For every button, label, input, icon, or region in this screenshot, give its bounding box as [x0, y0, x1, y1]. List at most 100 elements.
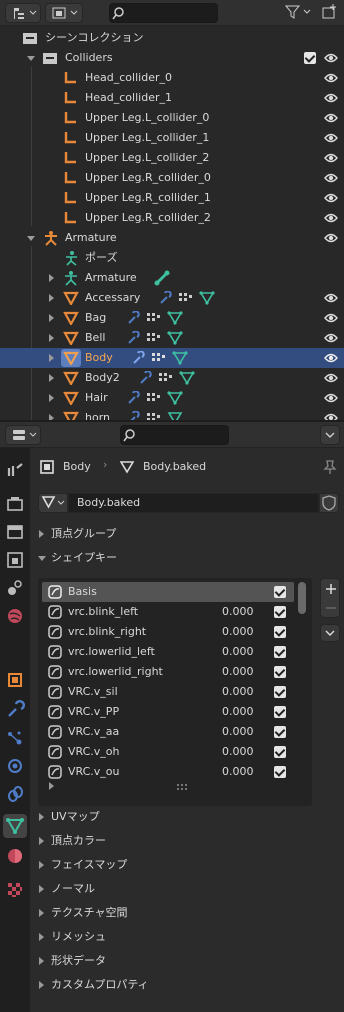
eye-icon[interactable] [324, 232, 338, 244]
shape-key-row[interactable]: VRC.v_ou 0.000 [42, 762, 294, 782]
shape-key-row[interactable]: vrc.blink_right 0.000 [42, 622, 294, 642]
shape-key-mute-checkbox[interactable] [274, 646, 286, 658]
tree-row-mesh-selected[interactable]: Body [0, 348, 344, 368]
shape-key-mute-checkbox[interactable] [274, 706, 286, 718]
tab-render[interactable] [3, 492, 27, 516]
panel-vertex-groups[interactable]: 頂点グループ [30, 522, 344, 546]
tab-world[interactable] [3, 604, 27, 628]
shape-key-row[interactable]: VRC.v_PP 0.000 [42, 702, 294, 722]
expand-arrow-icon[interactable] [49, 374, 54, 382]
tree-row-bone[interactable]: Upper Leg.R_collider_0 [0, 168, 344, 188]
filter-options-arrow-icon[interactable] [49, 782, 54, 790]
expand-arrow-icon[interactable] [49, 394, 54, 402]
eye-icon[interactable] [324, 92, 338, 104]
shape-key-row[interactable]: VRC.v_aa 0.000 [42, 722, 294, 742]
tree-row-bone[interactable]: Upper Leg.L_collider_2 [0, 148, 344, 168]
shape-key-mute-checkbox[interactable] [274, 606, 286, 618]
panel-normals[interactable]: ノーマル [30, 877, 344, 901]
tab-output[interactable] [3, 520, 27, 544]
shape-key-mute-checkbox[interactable] [274, 666, 286, 678]
list-resize-grip-icon[interactable] [177, 784, 189, 790]
shape-key-mute-checkbox[interactable] [274, 766, 286, 778]
expand-arrow-icon[interactable] [49, 414, 54, 420]
expand-arrow-icon[interactable] [49, 334, 54, 342]
panel-remesh[interactable]: リメッシュ [30, 925, 344, 949]
tree-row-mesh[interactable]: Hair [0, 388, 344, 408]
tree-row-mesh[interactable]: Accessary [0, 288, 344, 308]
tree-row-mesh[interactable]: Bag [0, 308, 344, 328]
outliner-search-input[interactable] [109, 3, 218, 23]
tab-particles[interactable] [3, 726, 27, 750]
eye-icon[interactable] [324, 212, 338, 224]
tree-row-bone[interactable]: Head_collider_1 [0, 88, 344, 108]
tab-modifiers[interactable] [3, 698, 27, 722]
eye-icon[interactable] [324, 192, 338, 204]
shape-key-value[interactable]: 0.000 [222, 602, 254, 622]
tree-row-scene-collection[interactable]: シーンコレクション [0, 28, 344, 48]
shape-key-mute-checkbox[interactable] [274, 626, 286, 638]
shape-key-row[interactable]: vrc.blink_left 0.000 [42, 602, 294, 622]
collapse-arrow-icon[interactable] [27, 56, 35, 61]
shape-key-value[interactable]: 0.000 [222, 722, 254, 742]
options-dropdown[interactable] [320, 425, 340, 445]
tree-row-bone[interactable]: Upper Leg.L_collider_1 [0, 128, 344, 148]
editor-type-button[interactable] [5, 425, 41, 445]
eye-icon[interactable] [324, 312, 338, 324]
shape-key-value[interactable]: 0.000 [222, 742, 254, 762]
eye-icon[interactable] [324, 172, 338, 184]
shape-key-value[interactable]: 0.000 [222, 642, 254, 662]
eye-icon[interactable] [324, 52, 338, 64]
shape-key-mute-checkbox[interactable] [274, 726, 286, 738]
new-collection-button[interactable] [321, 3, 339, 23]
pin-icon[interactable] [321, 459, 337, 475]
eye-icon[interactable] [324, 132, 338, 144]
panel-face-maps[interactable]: フェイスマップ [30, 853, 344, 877]
expand-arrow-icon[interactable] [49, 294, 54, 302]
eye-icon[interactable] [324, 412, 338, 420]
shape-key-mute-checkbox[interactable] [274, 586, 286, 598]
panel-geometry-data[interactable]: 形状データ [30, 949, 344, 973]
shape-key-row[interactable]: VRC.v_oh 0.000 [42, 742, 294, 762]
eye-icon[interactable] [324, 392, 338, 404]
shape-key-value[interactable]: 0.000 [222, 702, 254, 722]
tree-row-bone[interactable]: Upper Leg.R_collider_1 [0, 188, 344, 208]
shape-key-row[interactable]: VRC.v_sil 0.000 [42, 682, 294, 702]
tab-object[interactable] [3, 668, 27, 692]
tab-mesh-data[interactable] [3, 814, 27, 838]
eye-icon[interactable] [324, 72, 338, 84]
properties-search-input[interactable] [120, 425, 229, 445]
tab-tool[interactable] [3, 458, 27, 482]
tree-row-bone[interactable]: Upper Leg.R_collider_2 [0, 208, 344, 228]
tab-scene[interactable] [3, 576, 27, 600]
panel-vertex-colors[interactable]: 頂点カラー [30, 829, 344, 853]
expand-arrow-icon[interactable] [49, 354, 54, 362]
tab-view-layer[interactable] [3, 548, 27, 572]
shape-key-row[interactable]: vrc.lowerlid_right 0.000 [42, 662, 294, 682]
filter-button[interactable] [283, 3, 315, 23]
shape-key-value[interactable]: 0.000 [222, 622, 254, 642]
list-scrollbar[interactable] [298, 582, 306, 614]
tree-row-armature[interactable]: Armature [0, 228, 344, 248]
eye-icon[interactable] [324, 112, 338, 124]
tree-row-mesh[interactable]: horn [0, 408, 344, 420]
shape-key-value[interactable]: 0.000 [222, 762, 254, 782]
shape-key-specials-button[interactable] [320, 624, 340, 642]
shape-key-mute-checkbox[interactable] [274, 746, 286, 758]
panel-shape-keys[interactable]: シェイプキー [30, 546, 344, 570]
mesh-browse-button[interactable] [38, 493, 68, 513]
shape-key-mute-checkbox[interactable] [274, 686, 286, 698]
tree-row-pose[interactable]: ポーズ [0, 248, 344, 268]
panel-uv-maps[interactable]: UVマップ [30, 805, 344, 829]
collapse-arrow-icon[interactable] [27, 236, 35, 241]
tree-row-bone[interactable]: Upper Leg.L_collider_0 [0, 108, 344, 128]
tree-row-mesh[interactable]: Body2 [0, 368, 344, 388]
shape-key-row-active[interactable]: Basis [42, 582, 294, 602]
fake-user-button[interactable] [319, 493, 339, 513]
panel-texture-space[interactable]: テクスチャ空間 [30, 901, 344, 925]
exclude-checkbox[interactable] [304, 52, 316, 64]
eye-icon[interactable] [324, 332, 338, 344]
add-icon[interactable] [323, 581, 339, 597]
tab-constraints[interactable] [3, 782, 27, 806]
editor-type-button[interactable] [5, 3, 41, 23]
tree-row-mesh[interactable]: Bell [0, 328, 344, 348]
